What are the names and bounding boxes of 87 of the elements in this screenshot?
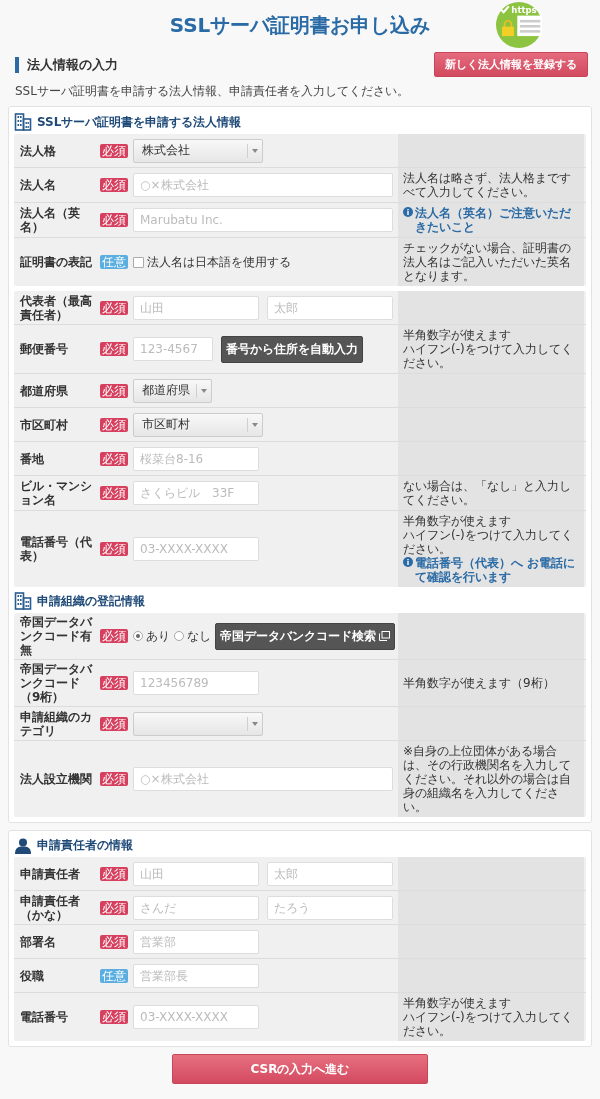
optional-tag: 任意 [100, 255, 128, 269]
field-label: 法人名（英名） [19, 205, 81, 236]
caret-icon [252, 721, 258, 726]
field-label: 申請責任者 （かな） [19, 892, 81, 924]
caret-icon [252, 422, 258, 427]
field-label: 申請責任者 [19, 865, 81, 883]
field-label: 市区町村 [19, 416, 69, 434]
field-label: 代表者（最高責任者） [19, 292, 93, 324]
description-text: SSLサーバ証明書を申請する法人情報、申請責任者を入力してください。 [15, 83, 410, 100]
required-tag: 必須 [100, 451, 128, 466]
field-label: 法人格 [19, 142, 57, 160]
window-icon [379, 631, 390, 641]
dropdown[interactable]: 市区町村 [133, 412, 263, 437]
info-icon [403, 207, 413, 217]
field-label: 帝国データバンクコード有無 [19, 614, 94, 659]
input-field[interactable]: 123-4567 [133, 337, 213, 361]
register-button[interactable]: 新しく法人情報を登録する [434, 52, 588, 77]
required-tag: 必須 [100, 486, 128, 500]
group-heading: SSLサーバ証明書を申請する法人情報 [37, 113, 242, 131]
field-label: 電話番号（代表） [19, 534, 93, 565]
field-label: 部署名 [19, 933, 57, 951]
help-link[interactable]: 法人名（英名）ご注意いただきたいこと [403, 206, 579, 234]
required-tag: 必須 [100, 342, 128, 356]
field-label: 都道府県 [19, 382, 69, 400]
field-label: 役職 [19, 967, 45, 985]
input-field[interactable]: さくらビル 33F [133, 481, 259, 505]
caret-icon [252, 148, 258, 153]
input-field[interactable]: 123456789 [133, 671, 259, 695]
field-label: 郵便番号 [19, 341, 69, 358]
hint-text: 法人名は略さず、法人格まですべて入力してください。 [403, 171, 572, 199]
hint-text: 半角数字が使えます [403, 514, 512, 528]
dropdown[interactable] [133, 711, 263, 736]
group-heading: 申請責任者の情報 [37, 837, 133, 854]
building-icon [14, 592, 32, 610]
hint-text: チェックがない場合、証明書の法人名はご記入いただいた英名となります。 [403, 241, 572, 283]
input-field[interactable]: ○×株式会社 [133, 767, 393, 791]
required-tag: 必須 [100, 300, 128, 315]
search-button[interactable]: 帝国データバンクコード検索 [215, 622, 395, 650]
hint-text: ※自身の上位団体がある場合は、その行政機関名を入力してください。それ以外の場合は自身の組織名を入力してください。 [403, 744, 572, 814]
dropdown[interactable]: 都道府県 [133, 378, 212, 403]
autofill-button[interactable]: 番号から住所を自動入力 [221, 335, 363, 363]
building-icon [14, 113, 32, 131]
input-field[interactable]: Marubatu Inc. [133, 208, 393, 232]
required-tag: 必須 [100, 676, 128, 690]
required-tag: 必須 [100, 716, 128, 731]
hint-text: ハイフン(-)をつけて入力してください。 [403, 1010, 574, 1038]
field-label: 帝国データバンクコード（9桁） [19, 661, 94, 706]
info-icon [403, 557, 413, 567]
dropdown[interactable]: 株式会社 [133, 138, 263, 163]
group-heading: 申請組織の登記情報 [37, 592, 145, 610]
input-field[interactable]: 太郎 [267, 295, 393, 320]
field-label: ビル・マンション名 [19, 478, 93, 509]
hint-text: 半角数字が使えます [403, 996, 512, 1010]
field-label: 法人名 [19, 177, 57, 194]
input-field[interactable]: 03-XXXX-XXXX [133, 537, 259, 561]
input-field[interactable]: ○×株式会社 [133, 173, 393, 197]
radio-button[interactable] [174, 631, 184, 641]
radio-label: なし [187, 627, 211, 645]
section-title: 法人情報の入力 [15, 56, 118, 73]
input-field[interactable]: 山田 [133, 295, 259, 320]
field-label: 電話番号 [19, 1009, 69, 1026]
checkbox-label: 法人名は日本語を使用する [147, 253, 291, 271]
radio-button[interactable] [133, 631, 143, 641]
hint-text: 半角数字が使えます [403, 328, 512, 342]
hint-text: 半角数字が使えます（9桁） [403, 676, 556, 690]
required-tag: 必須 [100, 383, 128, 398]
field-label: 番地 [19, 450, 45, 468]
radio-label: あり [146, 627, 170, 645]
hint-text: ハイフン(-)をつけて入力してください。 [403, 528, 574, 556]
required-tag: 必須 [100, 542, 128, 556]
checkbox[interactable] [133, 256, 144, 268]
hint-text: ハイフン(-)をつけて入力してください。 [403, 342, 574, 370]
required-tag: 必須 [100, 143, 128, 158]
ssl-logo: https [496, 2, 542, 48]
help-link[interactable]: 電話番号（代表）へ お電話にて確認を行います [403, 556, 579, 584]
page-title: SSLサーバ証明書お申し込み [169, 12, 431, 39]
required-tag: 必須 [100, 213, 128, 227]
required-tag: 必須 [100, 178, 128, 192]
field-label: 法人設立機関 [19, 771, 93, 788]
hint-text: ない場合は、「なし」と入力してください。 [403, 479, 572, 507]
field-label: 証明書の表記 [19, 254, 93, 271]
field-label: 申請組織のカテゴリ [19, 708, 93, 740]
input-field[interactable]: 桜菜台8-16 [133, 446, 259, 471]
required-tag: 必須 [100, 417, 128, 432]
caret-icon [201, 388, 207, 393]
required-tag: 必須 [100, 772, 128, 786]
required-tag: 必須 [100, 629, 128, 643]
